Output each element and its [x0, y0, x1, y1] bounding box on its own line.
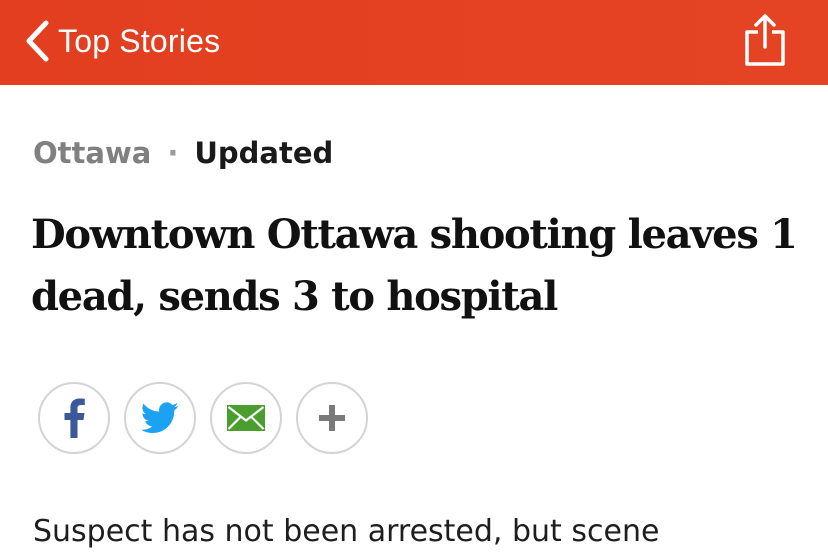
- email-icon: [227, 405, 265, 431]
- twitter-icon: [141, 402, 179, 434]
- status-label: Updated: [194, 136, 334, 170]
- share-button[interactable]: [742, 14, 788, 66]
- email-share-button[interactable]: [210, 382, 282, 454]
- twitter-share-button[interactable]: [124, 382, 196, 454]
- share-icon: [745, 14, 785, 66]
- article-summary: Suspect has not been arrested, but scene: [33, 514, 660, 549]
- back-button[interactable]: Top Stories: [22, 18, 220, 64]
- share-buttons-row: [38, 382, 368, 454]
- article-headline: Downtown Ottawa shooting leaves 1 dead, …: [31, 211, 798, 320]
- facebook-share-button[interactable]: [38, 382, 110, 454]
- back-button-label: Top Stories: [58, 22, 221, 59]
- navigation-bar: Top Stories: [0, 0, 828, 85]
- location-label[interactable]: Ottawa: [33, 136, 151, 170]
- meta-separator: ·: [167, 136, 179, 170]
- more-share-button[interactable]: [296, 382, 368, 454]
- article-meta: Ottawa · Updated: [33, 133, 333, 173]
- facebook-icon: [64, 398, 85, 438]
- chevron-left-icon: [26, 20, 49, 62]
- plus-icon: [319, 405, 345, 431]
